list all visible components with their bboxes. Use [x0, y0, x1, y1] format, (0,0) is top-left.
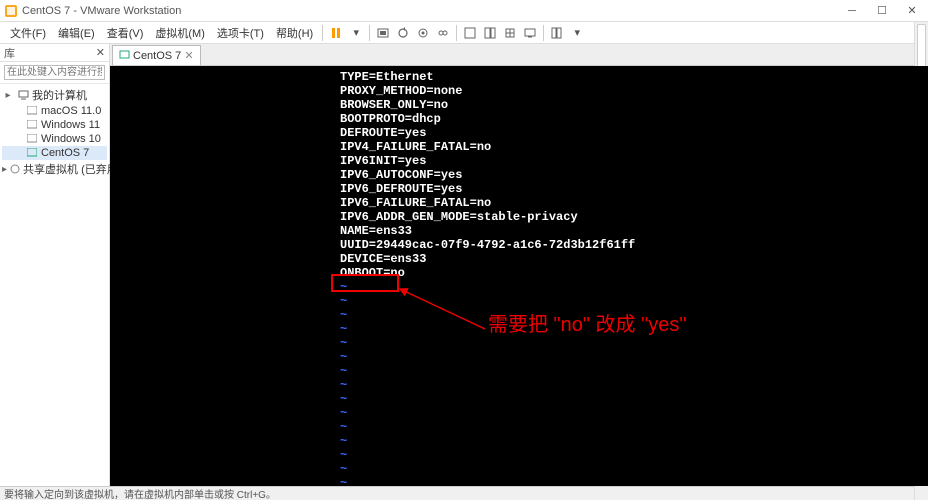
terminal-tilde: ~ [110, 336, 928, 350]
terminal-line: ONBOOT=no [110, 266, 928, 280]
terminal-line: IPV6_ADDR_GEN_MODE=stable-privacy [110, 210, 928, 224]
tree-label: Windows 10 [41, 133, 101, 145]
vm-icon [26, 147, 38, 159]
terminal-tilde: ~ [110, 378, 928, 392]
title-bar: CentOS 7 - VMware Workstation ─ ☐ ✕ [0, 0, 928, 22]
unity-icon[interactable] [480, 23, 500, 43]
tree-item-macos[interactable]: macOS 11.0 [2, 104, 107, 118]
tree-label: 我的计算机 [32, 87, 87, 103]
vm-icon [26, 133, 38, 145]
sidebar-title: 库 [4, 45, 15, 61]
tree-root-my-computer[interactable]: ▸ 我的计算机 [2, 86, 107, 104]
terminal-tilde: ~ [110, 280, 928, 294]
window-controls: ─ ☐ ✕ [840, 3, 924, 19]
status-text: 要将输入定向到该虚拟机，请在虚拟机内部单击或按 Ctrl+G。 [4, 486, 276, 500]
terminal-tilde: ~ [110, 392, 928, 406]
terminal-tilde: ~ [110, 434, 928, 448]
restart-icon[interactable] [393, 23, 413, 43]
body-row: 库 ✕ ▸ 我的计算机 macOS 11.0 Windows 11 Window… [0, 44, 928, 486]
menu-tabs[interactable]: 选项卡(T) [211, 23, 270, 43]
terminal-tilde: ~ [110, 420, 928, 434]
terminal-tilde: ~ [110, 476, 928, 486]
separator [369, 25, 370, 41]
sidebar-search [0, 62, 109, 84]
terminal-tilde: ~ [110, 448, 928, 462]
search-input[interactable] [4, 65, 105, 80]
separator [543, 25, 544, 41]
terminal-line: IPV6_DEFROUTE=yes [110, 182, 928, 196]
separator [456, 25, 457, 41]
expand-icon: ▸ [2, 89, 14, 101]
computer-icon [17, 89, 29, 101]
tab-label: CentOS 7 [133, 50, 181, 62]
tree-item-win10[interactable]: Windows 10 [2, 132, 107, 146]
pause-icon[interactable] [326, 23, 346, 43]
library-icon[interactable] [547, 23, 567, 43]
tree-label: CentOS 7 [41, 147, 89, 159]
terminal-line: BROWSER_ONLY=no [110, 98, 928, 112]
app-icon [4, 4, 18, 18]
terminal-line: BOOTPROTO=dhcp [110, 112, 928, 126]
menu-view[interactable]: 查看(V) [101, 23, 150, 43]
terminal-line: NAME=ens33 [110, 224, 928, 238]
terminal-line: PROXY_METHOD=none [110, 84, 928, 98]
terminal-tilde: ~ [110, 462, 928, 476]
tab-strip: CentOS 7 ✕ [110, 44, 928, 66]
vm-icon [26, 119, 38, 131]
terminal-line: IPV6_AUTOCONF=yes [110, 168, 928, 182]
separator [322, 25, 323, 41]
terminal-tilde: ~ [110, 294, 928, 308]
minimize-button[interactable]: ─ [840, 3, 864, 19]
terminal-line: IPV4_FAILURE_FATAL=no [110, 140, 928, 154]
vm-icon [26, 105, 38, 117]
shared-icon [10, 163, 20, 175]
tree-label: Windows 11 [41, 119, 100, 131]
tab-centos[interactable]: CentOS 7 ✕ [112, 45, 201, 65]
terminal[interactable]: TYPE=EthernetPROXY_METHOD=noneBROWSER_ON… [110, 66, 928, 486]
menu-file[interactable]: 文件(F) [4, 23, 52, 43]
sidebar-close-icon[interactable]: ✕ [96, 46, 105, 59]
tab-close-icon[interactable]: ✕ [184, 49, 193, 62]
terminal-line: UUID=29449cac-07f9-4792-a1c6-72d3b12f61f… [110, 238, 928, 252]
tree-item-centos[interactable]: CentOS 7 [2, 146, 107, 160]
status-bar: 要将输入定向到该虚拟机，请在虚拟机内部单击或按 Ctrl+G。 [0, 486, 928, 500]
terminal-line: IPV6_FAILURE_FATAL=no [110, 196, 928, 210]
console-icon[interactable] [520, 23, 540, 43]
close-button[interactable]: ✕ [900, 3, 924, 19]
sidebar-header: 库 ✕ [0, 44, 109, 62]
main-area: CentOS 7 ✕ TYPE=EthernetPROXY_METHOD=non… [110, 44, 928, 486]
dropdown-icon[interactable]: ▾ [346, 23, 366, 43]
menu-edit[interactable]: 编辑(E) [52, 23, 101, 43]
terminal-line: DEVICE=ens33 [110, 252, 928, 266]
terminal-tilde: ~ [110, 364, 928, 378]
vm-tree: ▸ 我的计算机 macOS 11.0 Windows 11 Windows 10… [0, 84, 109, 180]
tree-label: macOS 11.0 [41, 105, 101, 117]
tree-shared-vms[interactable]: ▸ 共享虚拟机 (已弃用) [2, 160, 107, 178]
tree-item-win11[interactable]: Windows 11 [2, 118, 107, 132]
window-title: CentOS 7 - VMware Workstation [22, 5, 840, 17]
dropdown-icon[interactable]: ▾ [567, 23, 587, 43]
snapshot-icon[interactable] [413, 23, 433, 43]
maximize-button[interactable]: ☐ [870, 3, 894, 19]
expand-icon: ▸ [2, 163, 7, 175]
send-ctrl-alt-del-icon[interactable] [373, 23, 393, 43]
terminal-line: TYPE=Ethernet [110, 70, 928, 84]
terminal-line: DEFROUTE=yes [110, 126, 928, 140]
annotation-text: 需要把 "no" 改成 "yes" [488, 318, 686, 332]
sidebar: 库 ✕ ▸ 我的计算机 macOS 11.0 Windows 11 Window… [0, 44, 110, 486]
terminal-line: IPV6INIT=yes [110, 154, 928, 168]
vm-icon [119, 50, 130, 61]
snapshot-manager-icon[interactable] [433, 23, 453, 43]
menu-bar: 文件(F) 编辑(E) 查看(V) 虚拟机(M) 选项卡(T) 帮助(H) ▾ … [0, 22, 928, 44]
tree-label: 共享虚拟机 (已弃用) [23, 161, 121, 177]
terminal-tilde: ~ [110, 350, 928, 364]
stretch-icon[interactable] [500, 23, 520, 43]
menu-help[interactable]: 帮助(H) [270, 23, 319, 43]
fullscreen-icon[interactable] [460, 23, 480, 43]
terminal-tilde: ~ [110, 406, 928, 420]
menu-vm[interactable]: 虚拟机(M) [149, 23, 211, 43]
